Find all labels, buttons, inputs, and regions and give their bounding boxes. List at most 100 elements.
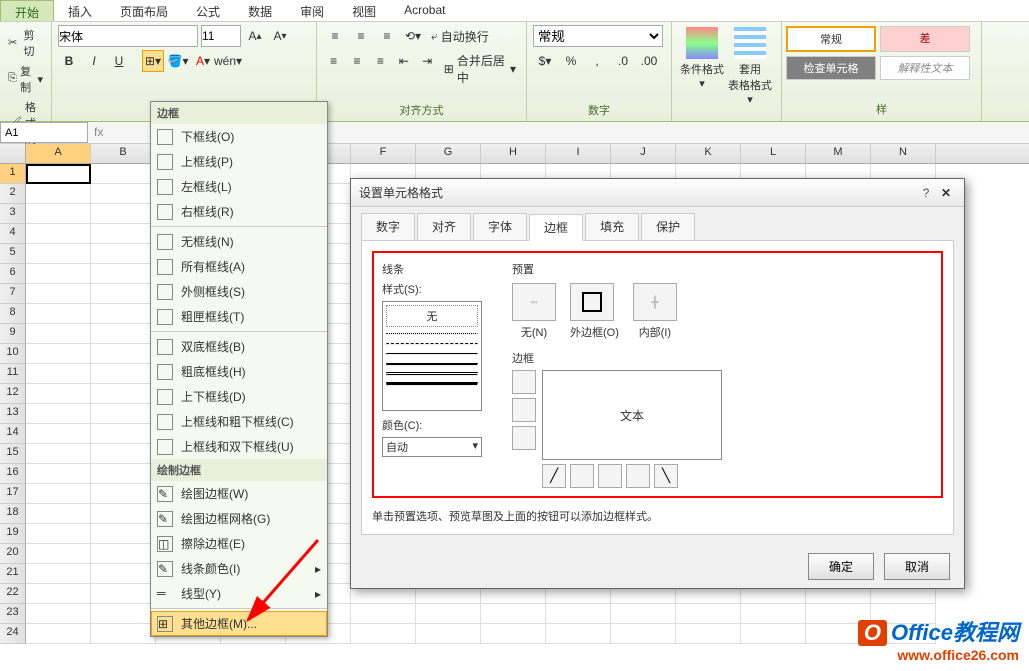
border-left-button[interactable] [570,464,594,488]
cut-button[interactable]: ✂剪切 [6,25,45,61]
dialog-tab-number[interactable]: 数字 [361,213,415,240]
cell[interactable] [91,364,156,384]
tab-review[interactable]: 审阅 [286,0,338,21]
row-header-3[interactable]: 3 [0,204,26,224]
cell[interactable] [546,624,611,644]
cell[interactable] [676,624,741,644]
cell[interactable] [91,604,156,624]
cell[interactable] [91,324,156,344]
number-format-select[interactable]: 常规 [533,25,663,47]
cell[interactable] [91,464,156,484]
menu-top-border[interactable]: 上框线(P) [151,149,327,174]
cell[interactable] [91,584,156,604]
percent-button[interactable]: % [559,50,583,72]
row-header-7[interactable]: 7 [0,284,26,304]
style-option[interactable] [386,359,478,369]
menu-all-border[interactable]: 所有框线(A) [151,254,327,279]
tab-insert[interactable]: 插入 [54,0,106,21]
style-check[interactable]: 检查单元格 [786,56,876,80]
cell[interactable] [91,304,156,324]
cell[interactable] [481,624,546,644]
cell[interactable] [26,364,91,384]
fx-icon[interactable]: fx [88,122,109,143]
border-mid-v-button[interactable] [598,464,622,488]
style-explain[interactable]: 解释性文本 [880,56,970,80]
menu-left-border[interactable]: 左框线(L) [151,174,327,199]
menu-top-bottom[interactable]: 上下框线(D) [151,384,327,409]
row-header-17[interactable]: 17 [0,484,26,504]
dialog-tab-fill[interactable]: 填充 [585,213,639,240]
cell[interactable] [26,344,91,364]
style-option[interactable] [386,369,478,379]
cell[interactable] [26,324,91,344]
menu-double-bottom[interactable]: 双底框线(B) [151,334,327,359]
col-header-B[interactable]: B [91,144,156,163]
row-header-6[interactable]: 6 [0,264,26,284]
col-header-N[interactable]: N [871,144,936,163]
conditional-format-button[interactable]: 条件格式▾ [678,25,726,118]
tab-home[interactable]: 开始 [0,0,54,21]
cell[interactable] [26,564,91,584]
font-name-select[interactable] [58,25,198,47]
col-header-I[interactable]: I [546,144,611,163]
cell[interactable] [91,264,156,284]
border-mid-h-button[interactable] [512,398,536,422]
col-header-A[interactable]: A [26,144,91,163]
ok-button[interactable]: 确定 [808,553,874,580]
preset-outline[interactable]: 外边框(O) [570,283,619,340]
cell[interactable] [416,604,481,624]
border-top-button[interactable] [512,370,536,394]
decrease-indent-button[interactable]: ⇤ [393,50,414,72]
cell[interactable] [26,284,91,304]
cell[interactable] [91,184,156,204]
cell[interactable] [26,304,91,324]
cell[interactable] [26,204,91,224]
select-all-corner[interactable] [0,144,26,163]
menu-erase-border[interactable]: ◫擦除边框(E) [151,531,327,556]
border-right-button[interactable] [626,464,650,488]
cell[interactable] [676,604,741,624]
col-header-H[interactable]: H [481,144,546,163]
row-header-23[interactable]: 23 [0,604,26,624]
name-box[interactable] [0,122,88,143]
wrap-text-button[interactable]: ⤶自动换行 [427,25,493,47]
cell[interactable] [26,164,91,184]
cell[interactable] [481,604,546,624]
cell[interactable] [546,604,611,624]
col-header-G[interactable]: G [416,144,481,163]
menu-outside-border[interactable]: 外侧框线(S) [151,279,327,304]
cell[interactable] [26,404,91,424]
menu-thick-bottom[interactable]: 粗底框线(H) [151,359,327,384]
cell[interactable] [91,524,156,544]
cell[interactable] [26,464,91,484]
dialog-help-button[interactable]: ? [916,186,936,200]
cell[interactable] [351,624,416,644]
style-option[interactable] [386,349,478,359]
cell[interactable] [91,444,156,464]
cell[interactable] [91,384,156,404]
menu-more-borders[interactable]: ⊞其他边框(M)... [151,611,327,636]
italic-button[interactable]: I [83,50,105,72]
align-left-button[interactable]: ≡ [323,50,344,72]
comma-button[interactable]: , [585,50,609,72]
cell[interactable] [91,544,156,564]
align-center-button[interactable]: ≡ [346,50,367,72]
row-header-10[interactable]: 10 [0,344,26,364]
cell[interactable] [416,624,481,644]
row-header-22[interactable]: 22 [0,584,26,604]
table-format-button[interactable]: 套用 表格格式▾ [726,25,774,118]
currency-button[interactable]: $▾ [533,50,557,72]
tab-view[interactable]: 视图 [338,0,390,21]
fill-color-button[interactable]: 🪣▾ [167,50,189,72]
cell[interactable] [26,264,91,284]
color-select[interactable]: 自动 ▾ [382,437,482,457]
cell[interactable] [26,224,91,244]
cell[interactable] [91,284,156,304]
col-header-M[interactable]: M [806,144,871,163]
dialog-close-button[interactable]: ✕ [936,186,956,200]
cell[interactable] [91,564,156,584]
menu-line-style[interactable]: ═线型(Y)▸ [151,581,327,606]
cell[interactable] [91,204,156,224]
cell[interactable] [611,624,676,644]
row-header-5[interactable]: 5 [0,244,26,264]
